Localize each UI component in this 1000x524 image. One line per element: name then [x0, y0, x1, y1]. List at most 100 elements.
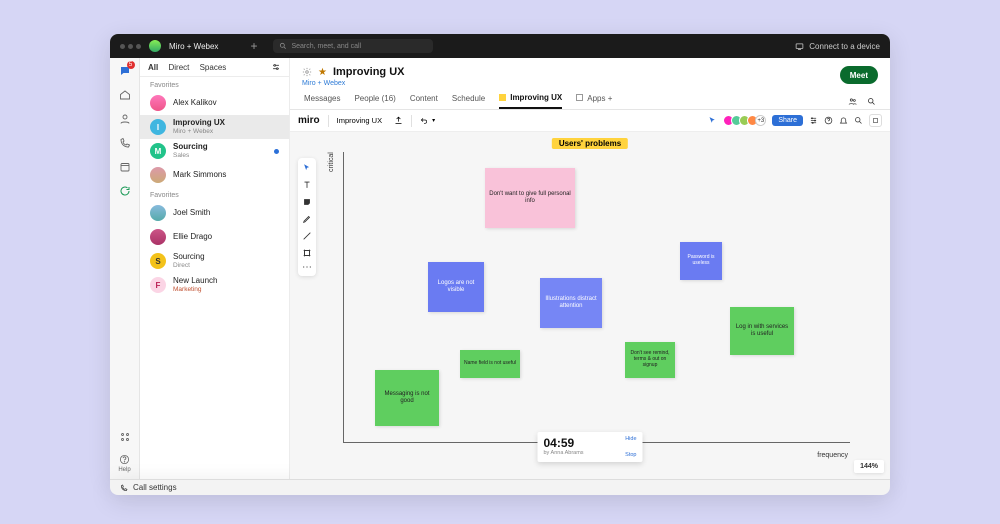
share-button[interactable]: Share	[772, 115, 803, 126]
tool-frame[interactable]	[301, 247, 313, 259]
tab-direct[interactable]: Direct	[168, 63, 189, 72]
timer-stop[interactable]: Stop	[625, 452, 636, 458]
sticky-note[interactable]: Don't want to give full personal info	[485, 168, 575, 228]
tab-schedule[interactable]: Schedule	[452, 94, 485, 108]
search-input[interactable]: Search, meet, and call	[273, 39, 433, 53]
board-name[interactable]: Improving UX	[337, 116, 382, 125]
messaging-icon[interactable]: 5	[118, 64, 132, 78]
tool-text[interactable]	[301, 179, 313, 191]
avatar	[150, 95, 166, 111]
phone-icon	[120, 484, 128, 492]
contacts-icon[interactable]	[118, 112, 132, 126]
sticky-note[interactable]: Don't see remind, terms & out on signup	[625, 342, 675, 378]
home-icon[interactable]	[118, 88, 132, 102]
tool-sticky[interactable]	[301, 196, 313, 208]
apps-icon[interactable]	[118, 430, 132, 444]
undo-button[interactable]: ▾	[420, 117, 435, 125]
sidebar-item-alex[interactable]: Alex Kalikov	[140, 91, 289, 115]
sticky-note[interactable]: Messaging is not good	[375, 370, 439, 426]
timer-hide[interactable]: Hide	[625, 436, 636, 442]
search-icon	[279, 42, 287, 50]
people-icon[interactable]	[848, 97, 857, 106]
expand-icon[interactable]	[869, 114, 882, 127]
help-label: Help	[118, 467, 130, 473]
more-avatars: +3	[755, 115, 766, 126]
tab-messages[interactable]: Messages	[304, 94, 340, 108]
sidebar-item-improving-ux[interactable]: I Improving UXMiro + Webex	[140, 115, 289, 139]
search-icon[interactable]	[854, 116, 863, 125]
tool-line[interactable]	[301, 230, 313, 242]
upload-icon[interactable]	[394, 116, 403, 125]
settings-icon[interactable]	[809, 116, 818, 125]
help-button[interactable]: Help	[118, 454, 130, 473]
sidebar-item-label: Sourcing	[173, 253, 205, 262]
sticky-note[interactable]: Password is useless	[680, 242, 722, 280]
star-icon[interactable]: ★	[318, 67, 327, 78]
user-avatar[interactable]	[149, 40, 161, 52]
call-icon[interactable]	[118, 136, 132, 150]
x-axis-label: frequency	[817, 452, 848, 459]
sidebar-item-mark[interactable]: Mark Simmons	[140, 163, 289, 187]
sticky-note[interactable]: Logos are not visible	[428, 262, 484, 312]
cursor-icon[interactable]	[708, 116, 717, 125]
zoom-indicator[interactable]: 144%	[854, 460, 884, 473]
search-icon[interactable]	[867, 97, 876, 106]
page-title: Improving UX	[333, 66, 405, 78]
calendar-icon[interactable]	[118, 160, 132, 174]
sidebar-item-sub: Direct	[173, 262, 205, 269]
miro-tab-icon	[499, 94, 506, 101]
miro-toolbox: ⋯	[298, 158, 316, 276]
sidebar-item-joel[interactable]: Joel Smith	[140, 201, 289, 225]
avatar: F	[150, 277, 166, 293]
sidebar-item-sourcing[interactable]: M SourcingSales	[140, 139, 289, 163]
timer-widget[interactable]: 04:59 by Anna Abrams Hide Stop	[538, 432, 643, 462]
help-icon[interactable]	[824, 116, 833, 125]
tool-pen[interactable]	[301, 213, 313, 225]
tool-more[interactable]: ⋯	[302, 264, 312, 272]
sticky-note[interactable]: Illustrations distract attention	[540, 278, 602, 328]
sidebar-item-sourcing-b[interactable]: S SourcingDirect	[140, 249, 289, 273]
sidebar-item-label: Mark Simmons	[173, 171, 226, 180]
sticky-note[interactable]: Name field is not useful	[460, 350, 520, 378]
meet-button[interactable]: Meet	[840, 66, 878, 84]
app-title: Miro + Webex	[169, 42, 218, 51]
call-settings-link[interactable]: Call settings	[133, 483, 177, 492]
tab-all[interactable]: All	[148, 63, 158, 72]
collaborator-avatars[interactable]: +3	[723, 115, 766, 126]
tab-spaces[interactable]: Spaces	[200, 63, 227, 72]
cast-icon	[795, 42, 804, 51]
sticky-note[interactable]: Log in with services is useful	[730, 307, 794, 355]
apps-tab-icon	[576, 94, 583, 101]
board-title-highlight[interactable]: Users' problems	[552, 138, 628, 149]
window-controls[interactable]	[120, 44, 141, 49]
miro-board: miro Improving UX ▾ +3	[290, 110, 890, 479]
sidebar-item-label: Alex Kalikov	[173, 99, 217, 108]
titlebar: Miro + Webex + Search, meet, and call Co…	[110, 34, 890, 58]
sidebar-item-label: New Launch	[173, 277, 217, 286]
tab-improving-ux[interactable]: Improving UX	[499, 93, 562, 109]
add-button[interactable]: +	[250, 39, 257, 53]
page-subtitle[interactable]: Miro + Webex	[302, 80, 404, 87]
gear-icon[interactable]	[302, 67, 312, 77]
timer-author: by Anna Abrams	[544, 450, 626, 456]
bottom-bar: Call settings	[110, 479, 890, 495]
tab-apps[interactable]: Apps +	[576, 94, 612, 108]
unread-dot	[274, 149, 279, 154]
bell-icon[interactable]	[839, 116, 848, 125]
miro-canvas[interactable]: ⋯ critical frequency Users' problems Don…	[290, 132, 890, 479]
tab-people[interactable]: People (16)	[354, 94, 395, 108]
miro-logo[interactable]: miro	[298, 115, 320, 126]
sidebar-item-ellie[interactable]: Ellie Drago	[140, 225, 289, 249]
connect-device-button[interactable]: Connect to a device	[795, 42, 880, 51]
miro-topbar: miro Improving UX ▾ +3	[290, 110, 890, 132]
connect-device-label: Connect to a device	[809, 42, 880, 51]
refresh-icon[interactable]	[118, 184, 132, 198]
filter-icon[interactable]	[271, 62, 281, 72]
content-tabs: Messages People (16) Content Schedule Im…	[290, 87, 890, 110]
tab-content[interactable]: Content	[410, 94, 438, 108]
timer-time: 04:59	[544, 436, 626, 450]
sidebar-item-new-launch[interactable]: F New LaunchMarketing	[140, 273, 289, 297]
tool-select[interactable]	[301, 162, 313, 174]
sidebar-item-sub: Marketing	[173, 286, 217, 293]
page-header: ★ Improving UX Miro + Webex Meet	[290, 58, 890, 87]
